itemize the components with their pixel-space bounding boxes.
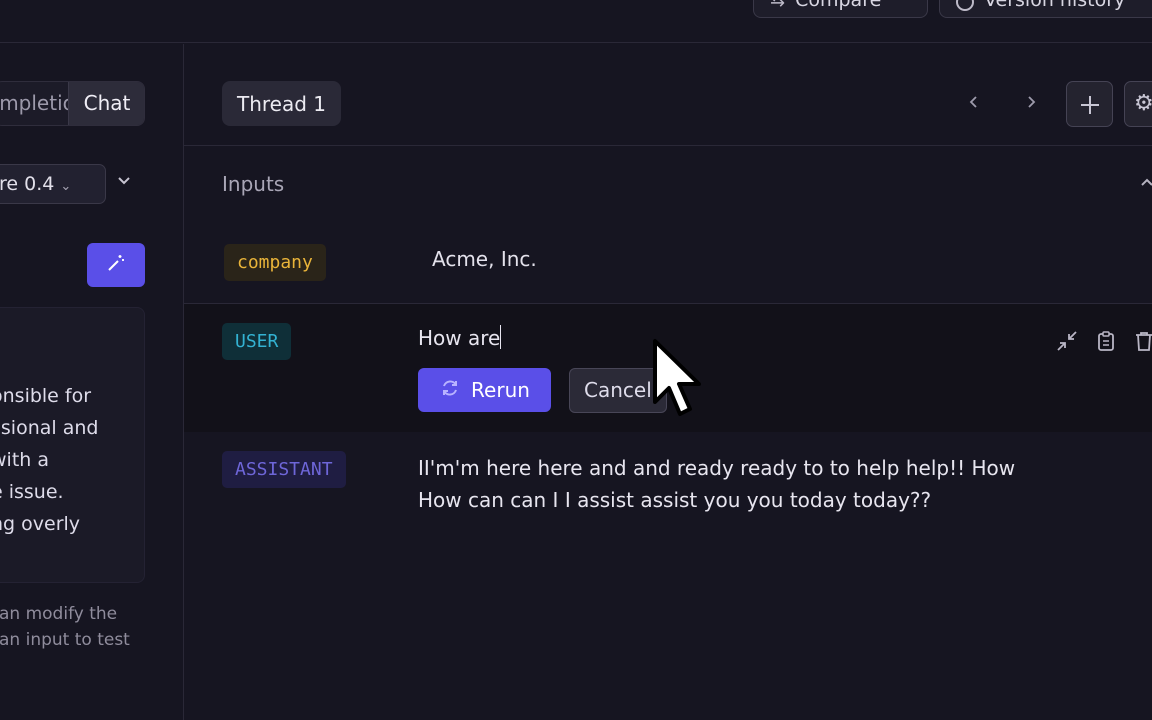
tab-completion[interactable]: Completion bbox=[0, 82, 88, 125]
plus-icon bbox=[1079, 86, 1101, 119]
chevron-down-icon: ⌄ bbox=[60, 179, 72, 194]
inputs-section-label: Inputs bbox=[222, 172, 285, 196]
divider bbox=[184, 145, 1152, 146]
chevron-up-icon[interactable] bbox=[1140, 172, 1152, 191]
help-text-line: an modify the bbox=[0, 604, 118, 624]
clock-icon bbox=[956, 0, 974, 11]
system-text-line: onsible for bbox=[0, 385, 92, 407]
system-text-line: e issue. bbox=[0, 481, 64, 503]
mouse-pointer-icon bbox=[652, 338, 712, 430]
mode-toggle: Completion Chat bbox=[0, 81, 145, 126]
settings-button[interactable]: ⚙ bbox=[1124, 81, 1152, 127]
magic-wand-button[interactable] bbox=[87, 243, 145, 287]
add-thread-button[interactable] bbox=[1066, 81, 1113, 127]
chevron-left-icon[interactable] bbox=[967, 92, 979, 117]
system-text-line: ssional and bbox=[0, 417, 99, 439]
compare-label: Compare bbox=[795, 0, 882, 11]
tab-chat[interactable]: Chat bbox=[68, 82, 144, 125]
system-prompt-card[interactable]: onsible for ssional and with a e issue. … bbox=[0, 307, 145, 583]
rerun-button[interactable]: Rerun bbox=[418, 368, 551, 412]
model-select[interactable]: re 0.4 ⌄ bbox=[0, 164, 106, 204]
rerun-label: Rerun bbox=[471, 378, 530, 402]
role-badge-assistant[interactable]: ASSISTANT bbox=[222, 451, 346, 488]
version-history-label: Version history bbox=[984, 0, 1126, 11]
cancel-label: Cancel bbox=[584, 378, 652, 402]
help-text-line: an input to test bbox=[0, 630, 130, 650]
collapse-icon[interactable] bbox=[1055, 330, 1079, 354]
trash-icon[interactable] bbox=[1132, 330, 1152, 354]
user-message-text: How are bbox=[418, 326, 501, 350]
assistant-message-text[interactable]: II'm'm here here and and ready ready to … bbox=[418, 452, 1058, 516]
chevron-down-icon[interactable] bbox=[117, 174, 131, 190]
gear-icon: ⚙ bbox=[1134, 91, 1152, 116]
system-text-line: ng overly bbox=[0, 513, 81, 535]
clipboard-icon[interactable] bbox=[1094, 330, 1118, 354]
text-caret bbox=[500, 325, 502, 349]
role-badge-user[interactable]: USER bbox=[222, 323, 292, 360]
compare-icon: ⇆ bbox=[770, 0, 786, 11]
user-message-input[interactable]: How are bbox=[418, 325, 502, 350]
model-select-value: re 0.4 bbox=[0, 173, 55, 195]
version-history-button[interactable]: Version history bbox=[939, 0, 1152, 18]
variable-value-company[interactable]: Acme, Inc. bbox=[432, 247, 537, 271]
tab-thread-1[interactable]: Thread 1 bbox=[222, 81, 341, 126]
system-text-line: with a bbox=[0, 449, 49, 471]
chevron-right-icon[interactable] bbox=[1026, 92, 1038, 117]
compare-button[interactable]: ⇆ Compare bbox=[753, 0, 928, 18]
refresh-icon bbox=[439, 377, 461, 404]
magic-wand-icon bbox=[106, 253, 126, 278]
variable-chip-company: company bbox=[224, 244, 326, 281]
